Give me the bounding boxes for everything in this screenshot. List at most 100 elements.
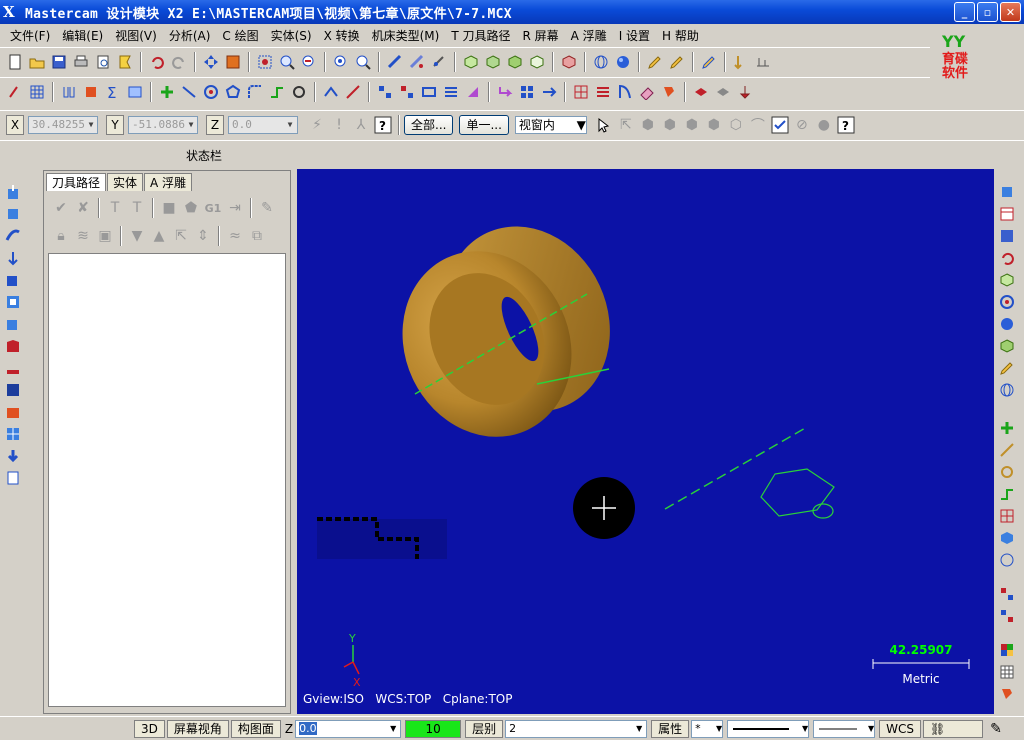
mirror-icon[interactable] [375,82,395,102]
backplot-icon[interactable]: ■ [159,198,179,218]
layers-icon[interactable] [593,82,613,102]
screen-view-button[interactable]: 屏幕视角 [166,719,229,738]
stretch-icon[interactable] [463,82,483,102]
project-icon[interactable] [495,82,515,102]
end-select-icon[interactable]: ● [814,115,834,135]
loft-icon[interactable] [2,248,24,268]
only-display-icon[interactable]: ≈ [225,226,245,246]
select-single-button[interactable]: 单一... [459,114,509,135]
select-back-icon[interactable]: ⬡ [726,115,746,135]
arc-icon[interactable] [201,82,221,102]
pencil2-icon[interactable] [996,358,1018,378]
mastercam-icon[interactable] [996,182,1018,202]
menu-screen[interactable]: R 屏幕 [517,27,565,44]
blank-icon[interactable] [429,52,449,72]
post-g1-icon[interactable]: G1 [203,198,223,218]
tab-art[interactable]: A 浮雕 [144,173,193,191]
lock-icon[interactable]: 🔒︎ [51,226,71,246]
regen-all-icon[interactable]: T [105,198,125,218]
xform-translate-icon[interactable] [321,82,341,102]
paint2-icon[interactable] [996,684,1018,704]
polygon-icon[interactable] [223,82,243,102]
cube-iso-icon[interactable] [527,52,547,72]
model-canvas[interactable]: Y X [297,169,994,714]
undo-icon[interactable] [147,52,167,72]
zoom-window-icon[interactable] [277,52,297,72]
z-depth-select[interactable]: 0.0 ▼ [295,719,402,738]
pencil-icon[interactable] [645,52,665,72]
pencil-star-icon[interactable] [667,52,687,72]
selection-mode-select[interactable]: 视窗内 ▼ [514,115,587,134]
solid-grid-icon[interactable] [571,82,591,102]
target-icon[interactable] [996,292,1018,312]
display-toggle-icon[interactable]: ⧉ [247,226,267,246]
new-file-icon[interactable] [5,52,25,72]
globe2-icon[interactable] [996,550,1018,570]
cube-front-icon[interactable] [483,52,503,72]
redo-icon[interactable] [169,52,189,72]
shaded-sphere-icon[interactable] [613,52,633,72]
point2-icon[interactable] [996,418,1018,438]
layout-icon[interactable] [996,204,1018,224]
verify-icon[interactable] [770,115,790,135]
select-face-icon[interactable]: ⬢ [660,115,680,135]
trim2-icon[interactable] [996,484,1018,504]
sigma-icon[interactable]: Σ [103,82,123,102]
extrude-icon[interactable] [2,182,24,202]
drill-icon[interactable] [735,82,755,102]
wireframe-circle[interactable] [812,503,834,519]
scale-icon[interactable] [419,82,439,102]
cube-shaded-icon[interactable] [996,336,1018,356]
z-label[interactable]: Z [206,114,224,135]
menu-analyze[interactable]: 分析(A) [163,27,217,44]
cube-wire-icon[interactable] [996,270,1018,290]
cancel-icon[interactable]: ⊘ [792,115,812,135]
wireframe-hexagon[interactable] [760,468,835,517]
autocursor-icon[interactable]: ⅄ [351,115,371,135]
thicken-icon[interactable] [2,402,24,422]
pan-icon[interactable] [201,52,221,72]
exclamation-icon[interactable]: ! [329,115,349,135]
cursor-arrow-icon[interactable] [594,115,614,135]
chevron-down-icon[interactable]: ▼ [716,724,722,733]
unhide-icon[interactable] [407,52,427,72]
shaded-solid-icon[interactable] [81,82,101,102]
trim-icon[interactable] [267,82,287,102]
wave-icon[interactable]: ≋ [73,226,93,246]
line2-icon[interactable] [996,440,1018,460]
line-style-select[interactable]: ▼ [727,719,810,738]
circle2-icon[interactable] [996,462,1018,482]
globe-icon[interactable] [996,380,1018,400]
z-coordinate-input[interactable]: 0.0 ▼ [228,115,298,134]
solid-layout-icon[interactable] [2,424,24,444]
insert-arrow-icon[interactable]: ⇱ [171,226,191,246]
chamfer-solid-icon[interactable] [2,314,24,334]
circle-icon[interactable] [289,82,309,102]
menu-help[interactable]: H 帮助 [656,27,705,44]
hide-icon[interactable] [385,52,405,72]
attributes-button[interactable]: 属性 [651,719,690,738]
fillet-solid-icon[interactable] [2,292,24,312]
primitive-icon[interactable] [2,270,24,290]
menu-file[interactable]: 文件(F) [4,27,56,44]
tool-icon[interactable] [713,82,733,102]
menu-machine-type[interactable]: 机床类型(M) [366,27,446,44]
chevron-down-icon[interactable]: ▼ [85,117,97,133]
measure-icon[interactable] [753,52,773,72]
chevron-down-icon[interactable]: ▼ [185,117,197,133]
properties-icon[interactable] [115,52,135,72]
select-solid-icon[interactable]: ⬢ [638,115,658,135]
chevron-down-icon[interactable]: ▼ [868,724,874,733]
color-selector[interactable]: 10 [405,719,462,738]
xform2-icon[interactable] [996,584,1018,604]
undo2-icon[interactable] [996,248,1018,268]
line-icon[interactable] [179,82,199,102]
roll-icon[interactable] [517,82,537,102]
revolve-icon[interactable] [2,204,24,224]
graphics-viewport[interactable]: Y X Gview:ISO WCS:TOP Cplane:TOP 42.2590… [297,169,994,714]
offset-icon[interactable] [397,82,417,102]
find-features-icon[interactable] [2,446,24,466]
sphere-icon[interactable] [996,314,1018,334]
menu-toolpaths[interactable]: T 刀具路径 [445,27,516,44]
x-label[interactable]: X [6,114,24,135]
